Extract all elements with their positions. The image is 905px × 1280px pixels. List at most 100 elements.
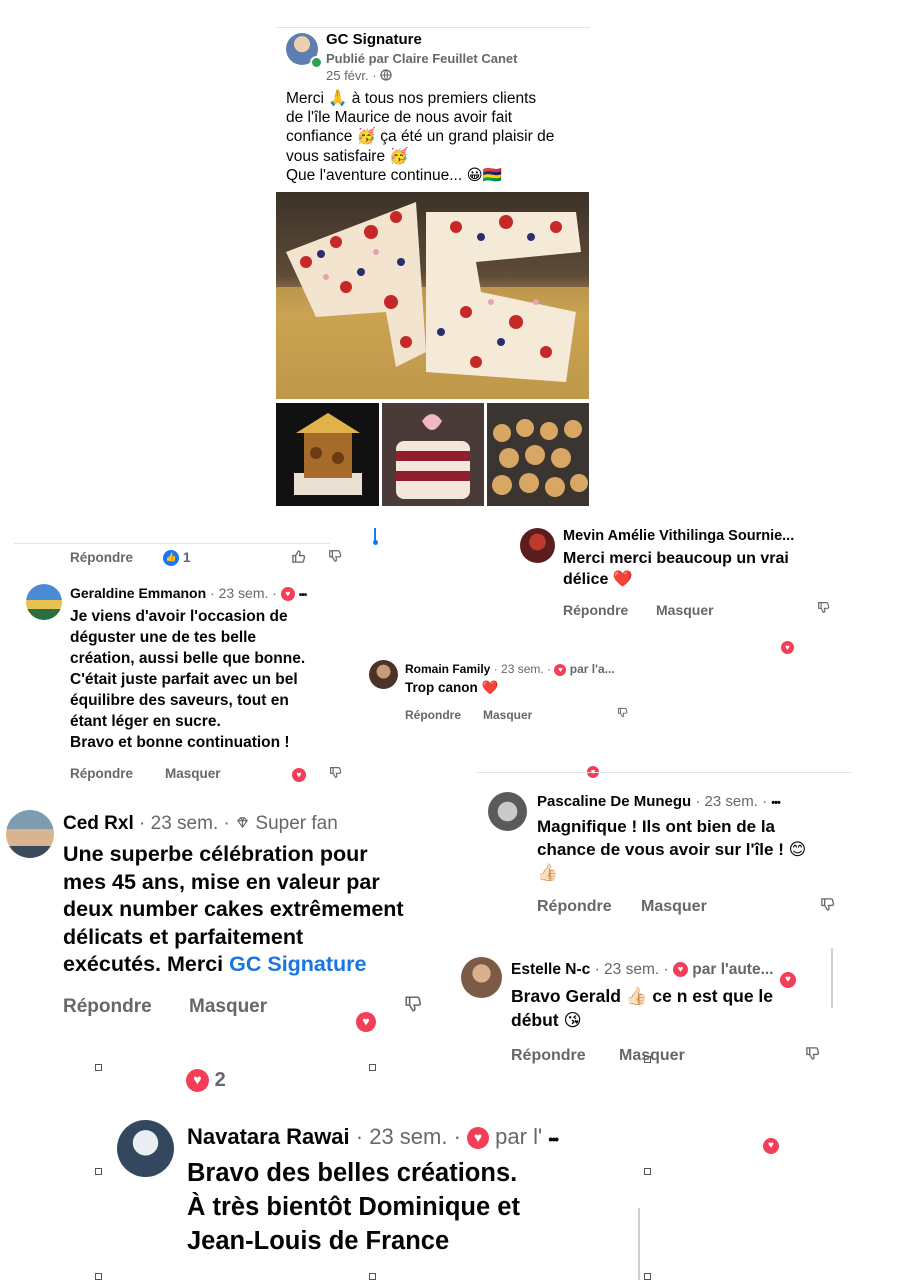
selection-handle[interactable] <box>95 1168 102 1175</box>
comment-text: Merci merci beaucoup un vrai délice ❤️ <box>563 548 789 590</box>
post-photo-thumb-1[interactable] <box>276 403 379 506</box>
published-by[interactable]: Publié par Claire Feuillet Canet <box>326 51 517 66</box>
commenter-name[interactable]: Estelle N-c <box>511 961 590 978</box>
globe-icon <box>380 69 392 81</box>
thumbs-down-outline-icon[interactable] <box>329 766 342 779</box>
selection-handle[interactable] <box>369 1064 376 1071</box>
avatar[interactable] <box>369 660 398 689</box>
hide-button[interactable]: Masquer <box>165 766 221 781</box>
heart-reaction-icon[interactable] <box>781 641 794 655</box>
avatar[interactable] <box>488 792 527 831</box>
comment-line: équilibre des saveurs, tout en <box>70 692 289 709</box>
mention-link[interactable]: GC Signature <box>229 952 366 976</box>
selection-handle[interactable] <box>369 1273 376 1280</box>
heart-reaction-icon <box>554 663 567 676</box>
comment-line: Bravo et bonne continuation ! <box>70 734 290 751</box>
heart-reaction-icon <box>186 1069 209 1093</box>
commenter-name[interactable]: Romain Family <box>405 662 490 676</box>
reply-button[interactable]: Répondre <box>563 602 628 618</box>
selection-handle[interactable] <box>95 1064 102 1071</box>
comment-time[interactable]: · 23 sem. · <box>356 1124 461 1149</box>
reply-button[interactable]: Répondre <box>511 1047 586 1065</box>
heart-reaction-icon <box>467 1127 490 1150</box>
avatar[interactable] <box>26 584 62 620</box>
avatar[interactable] <box>6 810 54 858</box>
reaction-summary[interactable]: 2 <box>186 1069 226 1093</box>
post-photo-number-cake[interactable] <box>276 192 589 399</box>
hide-button[interactable]: Masquer <box>656 602 714 618</box>
like-count-value: 1 <box>182 549 191 565</box>
comment-line: C'était juste parfait avec un bel <box>70 671 298 688</box>
hide-button[interactable]: Masquer <box>483 708 532 722</box>
commenter-name[interactable]: Ced Rxl <box>63 813 134 834</box>
thumbs-down-outline-icon[interactable] <box>817 601 830 614</box>
selection-handle[interactable] <box>644 1273 651 1280</box>
page-name[interactable]: GC Signature <box>326 31 422 48</box>
like-count[interactable]: 1 <box>163 549 191 567</box>
heart-reaction-icon[interactable] <box>780 971 796 988</box>
post-text-line: vous satisfaire 🥳 <box>286 147 409 165</box>
hide-button[interactable]: Masquer <box>641 898 707 916</box>
thread-pin <box>373 528 378 546</box>
reply-button[interactable]: Répondre <box>405 708 461 722</box>
comment-time[interactable]: · 23 sem. · <box>494 662 551 676</box>
commenter-name[interactable]: Pascaline De Munegu <box>537 793 691 810</box>
comment-time[interactable]: · 23 sem. · <box>139 813 230 834</box>
comment-text: Une superbe célébration pour mes 45 ans,… <box>63 841 404 979</box>
commenter-name[interactable]: Mevin Amélie Vithilinga Sournie... <box>563 528 794 544</box>
reply-button[interactable]: Répondre <box>63 996 152 1018</box>
cake-thumb-1 <box>294 413 362 495</box>
thumbs-down-outline-icon[interactable] <box>328 549 342 563</box>
post-photo-thumb-3[interactable] <box>487 403 589 506</box>
comment-time[interactable]: · 23 sem. · <box>695 793 767 810</box>
thumbs-down-outline-icon[interactable] <box>404 995 422 1013</box>
avatar[interactable] <box>117 1120 174 1177</box>
heart-reaction-icon[interactable] <box>763 1137 779 1154</box>
reply-button[interactable]: Répondre <box>537 898 612 916</box>
post-date[interactable]: 25 févr. <box>326 68 369 83</box>
scrollbar[interactable] <box>638 1208 640 1280</box>
comment-time[interactable]: · 23 sem. · <box>210 585 277 601</box>
post-top-divider <box>276 27 590 28</box>
comment-line: Magnifique ! Ils ont bien de la <box>537 817 776 836</box>
selection-handle[interactable] <box>644 1168 651 1175</box>
post-text-line: de l'île Maurice de nous avoir fait <box>286 109 513 127</box>
comment-header: Geraldine Emmanon · 23 sem. · ••• <box>70 585 307 602</box>
comment-line: Une superbe célébration pour <box>63 842 368 866</box>
reply-button[interactable]: Répondre <box>70 550 133 565</box>
comment-time[interactable]: · 23 sem. · <box>595 961 669 978</box>
online-status-dot <box>310 56 323 69</box>
more-options-icon[interactable]: ••• <box>299 590 307 601</box>
author-tag: par l' <box>495 1124 543 1149</box>
more-options-icon[interactable]: ••• <box>771 797 781 809</box>
comment-text: Trop canon ❤️ <box>405 680 499 695</box>
thumbs-down-outline-icon[interactable] <box>805 1046 820 1061</box>
selection-handle[interactable] <box>95 1273 102 1280</box>
more-options-icon[interactable]: ••• <box>548 1131 559 1147</box>
super-fan-badge[interactable]: Super fan <box>255 813 337 834</box>
comment-geraldine: Geraldine Emmanon · 23 sem. · ••• Je vie… <box>0 0 905 782</box>
thumbs-down-outline-icon[interactable] <box>820 897 835 912</box>
commenter-name[interactable]: Geraldine Emmanon <box>70 585 206 601</box>
comment-text: Je viens d'avoir l'occasion de déguster … <box>70 606 305 753</box>
divider <box>476 772 852 773</box>
post-photo-thumb-2[interactable] <box>382 403 484 506</box>
hide-button[interactable]: Masquer <box>189 996 267 1018</box>
heart-reaction-icon[interactable] <box>292 767 306 782</box>
comment-header: Navatara Rawai · 23 sem. · par l' ••• <box>187 1124 559 1150</box>
avatar[interactable] <box>461 957 502 998</box>
avatar[interactable] <box>520 528 555 563</box>
commenter-name[interactable]: Navatara Rawai <box>187 1124 350 1149</box>
comment-line: mes 45 ans, mise en valeur par <box>63 869 380 894</box>
scrollbar[interactable] <box>831 948 833 1008</box>
comment-header: Romain Family · 23 sem. · par l'a... <box>405 662 615 676</box>
comment-line: exécutés. Merci GC Signature <box>63 951 404 979</box>
comment-line: étant léger en sucre. <box>70 713 221 730</box>
comment-line: délice ❤️ <box>563 571 633 588</box>
comment-line: 👍🏻 <box>537 863 559 882</box>
hide-button[interactable]: Masquer <box>619 1047 685 1065</box>
reply-button[interactable]: Répondre <box>70 766 133 781</box>
thumbs-up-outline-icon[interactable] <box>291 549 306 564</box>
heart-reaction-icon[interactable] <box>356 1012 376 1032</box>
thumbs-down-outline-icon[interactable] <box>617 707 628 718</box>
